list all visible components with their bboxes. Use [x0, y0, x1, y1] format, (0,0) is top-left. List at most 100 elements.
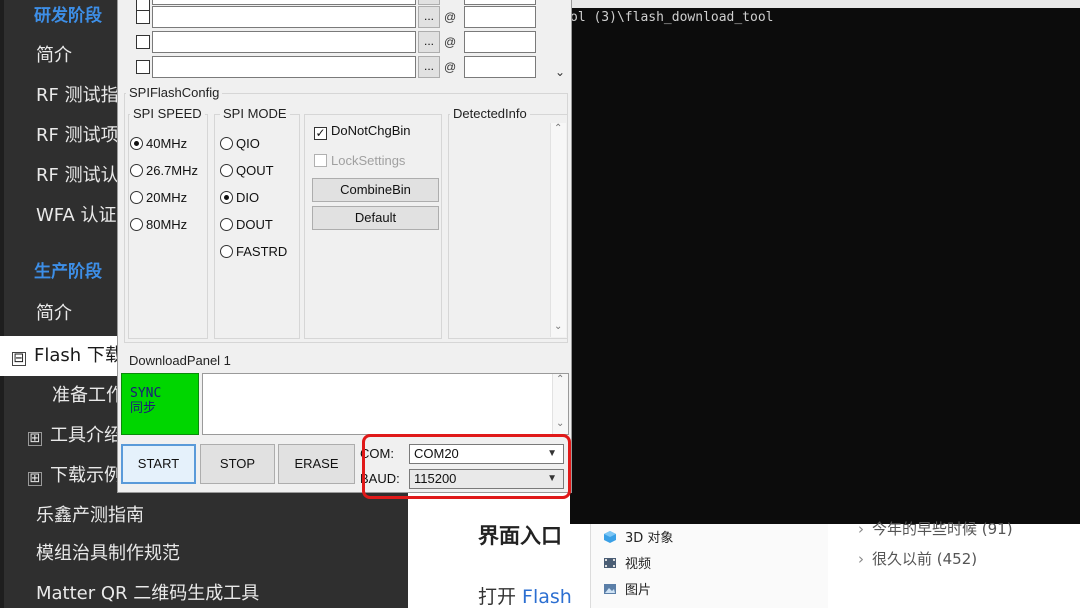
radio-icon — [220, 164, 233, 177]
browse-button[interactable]: ... — [418, 31, 440, 53]
browse-button[interactable]: ... — [418, 56, 440, 78]
doc-link[interactable]: Flash — [522, 586, 572, 608]
radio-label: 26.7MHz — [146, 163, 199, 178]
spi-mode-dio[interactable]: DIO — [220, 189, 259, 207]
file-enable-checkbox[interactable] — [136, 10, 150, 24]
detected-info-scrollbar[interactable]: ⌃ ⌄ — [550, 123, 566, 337]
expand-icon[interactable]: ⊞ — [28, 432, 42, 446]
scroll-down-icon[interactable]: ⌄ — [554, 321, 562, 332]
radio-label: 40MHz — [146, 136, 188, 151]
nav-item-label: 视频 — [625, 557, 652, 572]
radio-label: DIO — [236, 190, 260, 205]
nav-item-label: 图片 — [625, 583, 652, 598]
explorer-nav-pane: 3D 对象 视频 图片 — [590, 524, 828, 608]
browse-button[interactable]: ... — [418, 0, 440, 5]
group-label: 很久以前 (452) — [872, 550, 978, 568]
group-label: 今年的早些时候 (91) — [872, 520, 1013, 538]
radio-label: FASTRD — [236, 244, 288, 259]
spi-speed-20mhz[interactable]: 20MHz — [130, 189, 187, 207]
flash-address-input[interactable] — [464, 56, 536, 78]
explorer-file-list: › 今年的早些时候 (91) › 很久以前 (452) — [828, 520, 1080, 608]
download-panel-title: DownloadPanel 1 — [126, 353, 234, 368]
expand-icon[interactable]: ⊞ — [28, 472, 42, 486]
checkbox-label: DoNotChgBin — [331, 123, 411, 138]
locksettings-checkbox[interactable]: LockSettings — [314, 152, 405, 170]
nav-item-pictures[interactable]: 图片 — [603, 579, 651, 603]
radio-label: 20MHz — [146, 190, 188, 205]
radio-icon — [220, 218, 233, 231]
file-enable-checkbox[interactable] — [136, 60, 150, 74]
sidebar-item-label: Flash 下载 — [34, 345, 123, 366]
spi-mode-fastrd[interactable]: FASTRD — [220, 243, 287, 261]
doc-content: 界面入口 打开 Flash — [408, 490, 572, 608]
sync-status-indicator: SYNC 同步 — [121, 373, 199, 435]
pictures-icon — [604, 584, 616, 594]
stop-button[interactable]: STOP — [200, 444, 275, 484]
sidebar-item-fixture[interactable]: 模组治具制作规范 — [0, 534, 408, 574]
combinebin-button[interactable]: CombineBin — [312, 178, 439, 202]
nav-item-label: 3D 对象 — [625, 531, 674, 546]
sidebar-item-factory-test[interactable]: 乐鑫产测指南 — [0, 496, 408, 536]
spi-mode-qio[interactable]: QIO — [220, 135, 260, 153]
detected-info-title: DetectedInfo — [450, 106, 530, 121]
annotation-highlight-box — [362, 434, 571, 499]
scroll-up-icon[interactable]: ⌃ — [556, 374, 564, 385]
at-label: @ — [444, 60, 457, 74]
radio-icon — [130, 191, 143, 204]
radio-selected-icon — [130, 137, 143, 150]
flash-download-tool-window: ... @ ... @ ... @ ... @ ⌄ SPIFlashConfig… — [117, 0, 572, 493]
erase-button[interactable]: ERASE — [278, 444, 355, 484]
spi-speed-26mhz[interactable]: 26.7MHz — [130, 162, 198, 180]
sidebar-item-matter-qr[interactable]: Matter QR 二维码生成工具 — [0, 574, 408, 608]
browse-button[interactable]: ... — [418, 6, 440, 28]
scroll-down-icon[interactable]: ⌄ — [556, 418, 564, 429]
spi-speed-title: SPI SPEED — [130, 106, 205, 121]
at-label: @ — [444, 35, 457, 49]
spi-speed-80mhz[interactable]: 80MHz — [130, 216, 187, 234]
start-button[interactable]: START — [121, 444, 196, 484]
group-header-earlier-this-year[interactable]: › 今年的早些时候 (91) — [858, 518, 1013, 539]
console-window[interactable]: ol (3)\flash_download_tool — [570, 0, 1080, 524]
flash-address-input[interactable] — [464, 6, 536, 28]
nav-item-video[interactable]: 视频 — [603, 553, 651, 577]
file-path-input[interactable] — [152, 0, 416, 5]
checkbox-label: LockSettings — [331, 153, 406, 168]
file-path-input[interactable] — [152, 31, 416, 53]
console-output-line: ol (3)\flash_download_tool — [570, 10, 774, 25]
file-path-input[interactable] — [152, 56, 416, 78]
file-path-input[interactable] — [152, 6, 416, 28]
doc-heading: 界面入口 — [478, 524, 562, 548]
group-header-long-ago[interactable]: › 很久以前 (452) — [858, 548, 977, 569]
default-button[interactable]: Default — [312, 206, 439, 230]
file-enable-checkbox[interactable] — [136, 0, 150, 11]
radio-label: DOUT — [236, 217, 273, 232]
file-enable-checkbox[interactable] — [136, 35, 150, 49]
radio-icon — [130, 218, 143, 231]
at-label: @ — [444, 10, 457, 24]
3d-objects-icon — [604, 531, 616, 543]
sidebar-item-label: 工具介绍 — [50, 425, 122, 446]
at-label: @ — [444, 0, 456, 1]
spi-mode-qout[interactable]: QOUT — [220, 162, 274, 180]
radio-icon — [220, 137, 233, 150]
doc-text: 打开 — [478, 586, 523, 608]
radio-selected-icon — [220, 191, 233, 204]
flash-address-input[interactable] — [464, 31, 536, 53]
sync-label: SYNC — [130, 386, 162, 401]
log-scrollbar[interactable]: ⌃ ⌄ — [552, 374, 568, 434]
checkbox-checked-icon: ✓ — [314, 126, 327, 140]
spi-mode-dout[interactable]: DOUT — [220, 216, 273, 234]
donotchgbin-checkbox[interactable]: ✓ DoNotChgBin — [314, 122, 411, 140]
spi-mode-title: SPI MODE — [220, 106, 290, 121]
flash-address-input[interactable] — [464, 0, 536, 5]
radio-icon — [130, 164, 143, 177]
download-log-area[interactable]: ⌃ ⌄ — [202, 373, 569, 435]
sidebar-item-label: 下载示例 — [50, 465, 122, 486]
nav-item-3d-objects[interactable]: 3D 对象 — [603, 527, 673, 551]
collapse-icon[interactable]: ⊟ — [12, 352, 26, 366]
spi-speed-40mhz[interactable]: 40MHz — [130, 135, 187, 153]
console-titlebar — [570, 0, 1080, 8]
scroll-up-icon[interactable]: ⌃ — [554, 123, 562, 134]
radio-label: QIO — [236, 136, 260, 151]
chevron-down-icon[interactable]: ⌄ — [555, 65, 565, 79]
